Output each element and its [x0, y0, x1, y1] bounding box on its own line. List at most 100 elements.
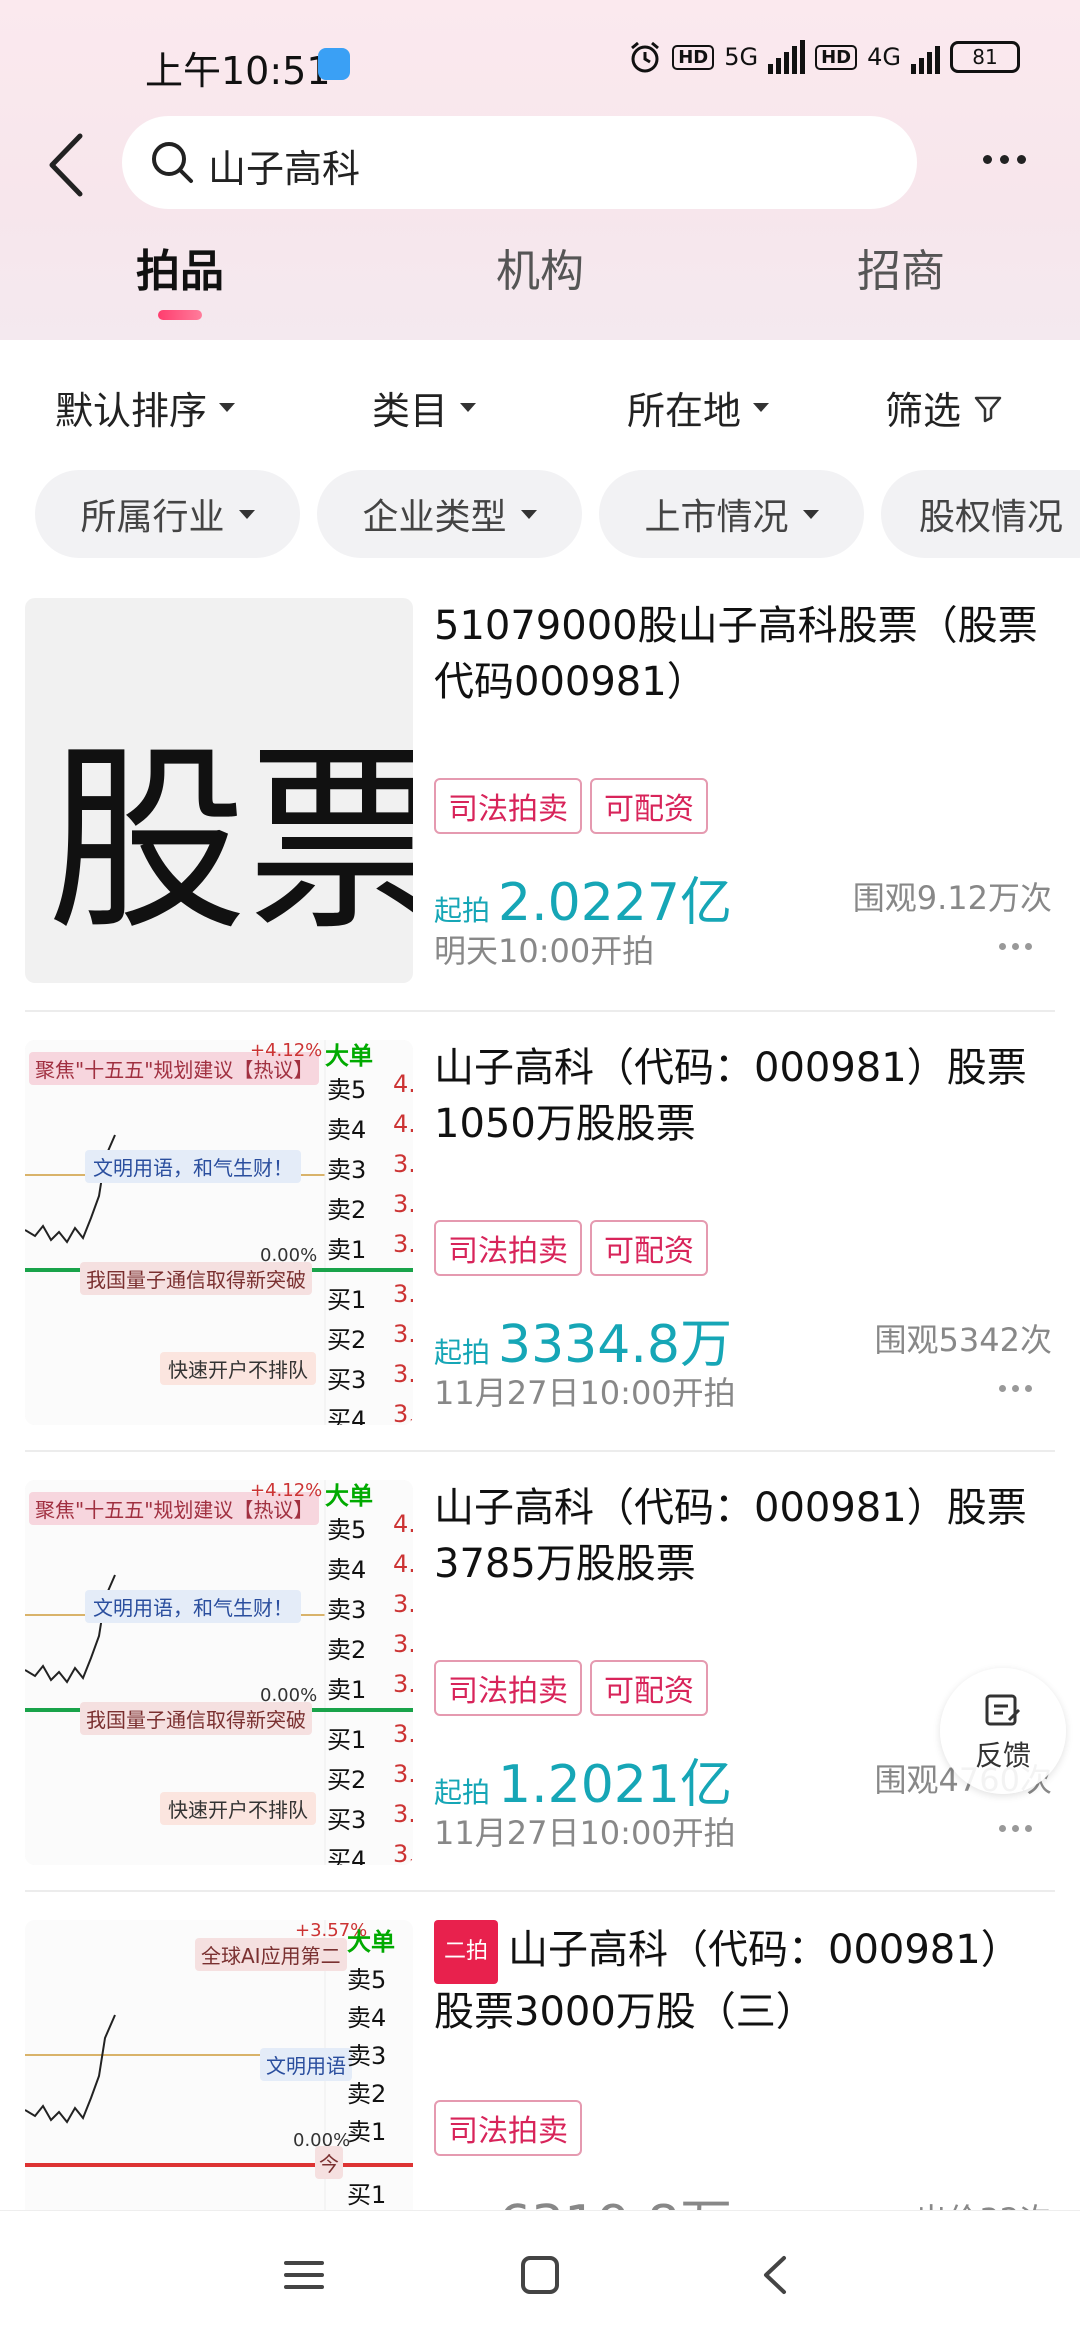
feedback-label: 反馈	[974, 1739, 1031, 1772]
orderbook-label: 卖4	[327, 1116, 367, 1144]
item-title: 山子高科（代码：000981）股票3785万股股票	[434, 1485, 1027, 1587]
item-tags: 司法拍卖	[434, 2100, 582, 2156]
caret-down-icon	[219, 403, 236, 412]
thumbnail-text: 股票	[47, 725, 413, 958]
alarm-icon	[631, 41, 660, 73]
item-tags: 司法拍卖 可配资	[434, 1660, 708, 1716]
filter-button[interactable]: 筛选	[885, 380, 1003, 435]
status-icons: HD 5G HD 4G 81	[628, 40, 1020, 74]
item-thumbnail: 聚焦"十五五"规划建议【热议】 +4.12% 大单 文明用语，和气生财！ 0.00% 我国…	[25, 1040, 413, 1425]
orderbook-label: 买3	[327, 1806, 367, 1834]
orderbook-label: 卖1	[347, 2118, 387, 2146]
chip-company-type[interactable]: 企业类型	[317, 470, 582, 558]
orderbook-label: 买4	[327, 1406, 367, 1425]
feedback-button[interactable]: 反馈	[940, 1668, 1066, 1794]
pct-top: +4.12%	[250, 1480, 323, 1501]
chart-banner: 文明用语，和气生财！	[85, 1150, 301, 1183]
item-title: 山子高科（代码：000981）股票1050万股股票	[434, 1045, 1027, 1147]
item-title: 二拍 山子高科（代码：000981）股票3000万股（三）	[434, 1920, 1044, 2040]
price-value: 2.0227亿	[498, 873, 732, 933]
menu-icon[interactable]	[282, 2253, 326, 2297]
orderbook-price: 3.	[393, 1400, 413, 1425]
sort-default-dropdown[interactable]: 默认排序	[55, 380, 236, 435]
orderbook-price: 4.	[393, 1550, 413, 1578]
orderbook-label: 买3	[327, 1366, 367, 1394]
item-date: 明天10:00开拍	[434, 932, 655, 970]
orderbook-price: 3.	[393, 1800, 413, 1828]
battery-icon: 81	[950, 41, 1020, 73]
item-tags: 司法拍卖 可配资	[434, 1220, 708, 1276]
orderbook-label: 买1	[347, 2181, 387, 2209]
tag-financing: 可配资	[590, 1220, 708, 1276]
chip-listing-label: 上市情况	[644, 497, 789, 538]
item-price: 当前 6319.8万	[434, 2182, 732, 2210]
item-more-icon[interactable]	[999, 1825, 1032, 1832]
hd-icon-2: HD	[815, 44, 858, 70]
chip-listing[interactable]: 上市情况	[599, 470, 864, 558]
signal-icon	[768, 40, 806, 74]
tab-institutions[interactable]: 机构	[496, 235, 584, 299]
hd-icon: HD	[672, 44, 715, 70]
item-thumbnail: +3.57% 全球AI应用第二 大单 文明用语 0.00% 今卖5 卖4 卖3 卖2 卖1 买1	[25, 1920, 413, 2210]
chip-company-type-label: 企业类型	[362, 497, 507, 538]
price-label: 起拍	[434, 1776, 491, 1809]
back-icon[interactable]	[754, 2253, 798, 2297]
home-icon[interactable]	[518, 2253, 562, 2297]
search-input[interactable]: 山子高科	[122, 116, 917, 209]
orderbook-label: 卖2	[327, 1196, 367, 1224]
item-more-icon[interactable]	[999, 1385, 1032, 1392]
list-item[interactable]: 股票 51079000股山子高科股票（股票代码000981） 司法拍卖 可配资 …	[0, 598, 1080, 1038]
item-tags: 司法拍卖 可配资	[434, 778, 708, 834]
orderbook-price: 3.	[393, 1840, 413, 1865]
chip-equity[interactable]: 股权情况	[881, 470, 1080, 558]
price-label: 起拍	[434, 894, 491, 927]
list-item[interactable]: +3.57% 全球AI应用第二 大单 文明用语 0.00% 今卖5 卖4 卖3 卖2 卖1 买1 二…	[0, 1920, 1080, 2210]
orderbook-label: 卖3	[327, 1156, 367, 1184]
orderbook-label: 卖3	[347, 2042, 387, 2070]
status-time: 上午10:51	[145, 49, 331, 93]
orderbook-label: 买2	[327, 1766, 367, 1794]
tab-investment[interactable]: 招商	[857, 235, 945, 299]
feedback-icon	[985, 1694, 1021, 1726]
orderbook-price: 3.	[393, 1590, 413, 1618]
orderbook-label: 买2	[327, 1326, 367, 1354]
network-4g: 4G	[867, 43, 901, 71]
app-notification-icon	[318, 48, 350, 80]
tag-judicial: 司法拍卖	[434, 1220, 582, 1276]
orderbook-label: 卖2	[347, 2080, 387, 2108]
item-date: 11月27日10:00开拍	[434, 1374, 736, 1412]
price-value: 6319.8万	[498, 2182, 732, 2210]
status-bar: 上午10:51 HD 5G HD 4G 81	[0, 0, 1080, 120]
orderbook-price: 4.	[393, 1070, 413, 1098]
search-query: 山子高科	[208, 147, 361, 191]
orderbook-price: 3.	[393, 1360, 413, 1388]
system-nav-bar	[0, 2210, 1080, 2340]
tab-items[interactable]: 拍品	[136, 235, 224, 299]
chip-industry[interactable]: 所属行业	[35, 470, 300, 558]
list-item[interactable]: 聚焦"十五五"规划建议【热议】 +4.12% 大单 文明用语，和气生财！ 0.00% 我国…	[0, 1040, 1080, 1480]
list-item[interactable]: 聚焦"十五五"规划建议【热议】 +4.12% 大单 文明用语，和气生财！ 0.00% 我国…	[0, 1480, 1080, 1920]
tag-judicial: 司法拍卖	[434, 778, 582, 834]
category-dropdown[interactable]: 类目	[372, 380, 477, 435]
battery-level: 81	[972, 45, 998, 69]
tag-judicial: 司法拍卖	[434, 1660, 582, 1716]
item-more-icon[interactable]	[999, 943, 1032, 950]
orderbook-label: 卖5	[347, 1966, 387, 1994]
location-dropdown[interactable]: 所在地	[627, 380, 770, 435]
orderbook-price: 3.	[393, 1760, 413, 1788]
back-arrow-icon[interactable]	[42, 130, 92, 200]
orderbook-label: 卖5	[327, 1076, 367, 1104]
big-order-label: 大单	[325, 1042, 373, 1070]
chart-banner: 我国量子通信取得新突破	[80, 1262, 312, 1295]
item-views: 围观5342次	[874, 1321, 1052, 1359]
chip-industry-label: 所属行业	[80, 497, 225, 538]
more-options-icon[interactable]	[983, 155, 1026, 164]
item-thumbnail: 聚焦"十五五"规划建议【热议】 +4.12% 大单 文明用语，和气生财！ 0.00% 我国…	[25, 1480, 413, 1865]
filter-chips: 所属行业 企业类型 上市情况 股权情况	[0, 470, 1080, 562]
item-title: 51079000股山子高科股票（股票代码000981）	[434, 603, 1038, 705]
caret-down-icon	[802, 509, 819, 519]
orderbook-label: 卖4	[327, 1556, 367, 1584]
price-value: 3334.8万	[498, 1315, 732, 1375]
orderbook-label: 卖5	[327, 1516, 367, 1544]
orderbook-price: 3.	[393, 1280, 413, 1308]
